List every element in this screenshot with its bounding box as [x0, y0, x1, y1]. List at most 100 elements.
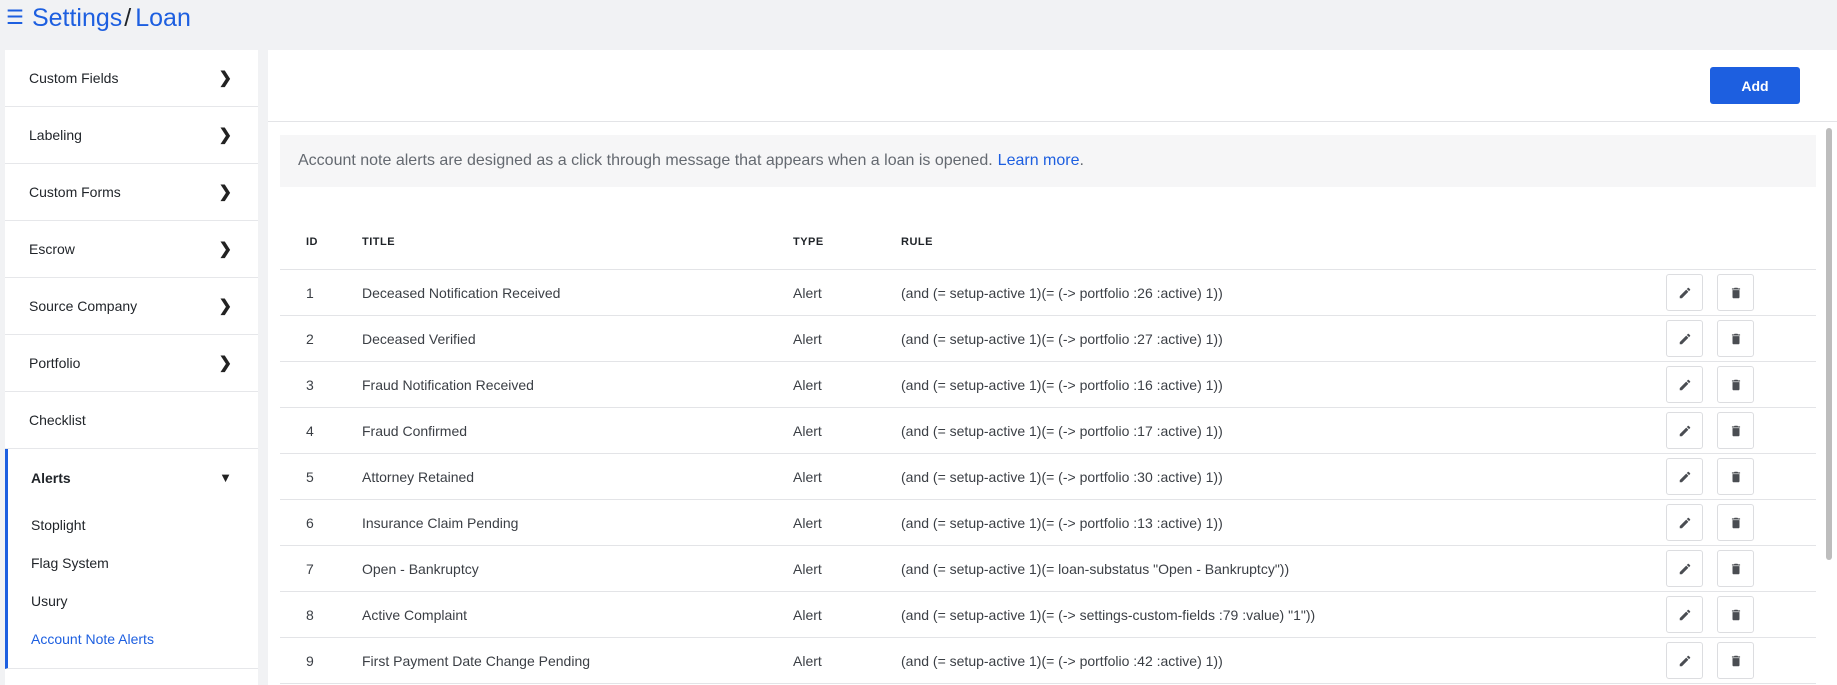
trash-icon — [1731, 471, 1740, 482]
pencil-icon — [1679, 379, 1690, 390]
trash-icon — [1731, 333, 1740, 344]
cell-type: Alert — [793, 560, 822, 577]
column-header-type: TYPE — [793, 235, 824, 248]
cell-title: Deceased Verified — [362, 330, 476, 347]
table-row: 8 Active Complaint Alert (and (= setup-a… — [280, 592, 1816, 638]
chevron-right-icon: ❯ — [218, 184, 232, 201]
row-actions — [1666, 412, 1754, 449]
cell-title: Insurance Claim Pending — [362, 514, 519, 531]
panel-header: Add — [268, 50, 1837, 122]
chevron-right-icon: ❯ — [218, 298, 232, 315]
trash-icon — [1731, 425, 1740, 436]
cell-type: Alert — [793, 652, 822, 669]
trash-icon — [1731, 563, 1740, 574]
delete-button[interactable] — [1717, 504, 1754, 541]
table-row: 3 Fraud Notification Received Alert (and… — [280, 362, 1816, 408]
edit-button[interactable] — [1666, 366, 1703, 403]
delete-button[interactable] — [1717, 274, 1754, 311]
edit-button[interactable] — [1666, 550, 1703, 587]
pencil-icon — [1679, 563, 1690, 574]
chevron-right-icon: ❯ — [218, 127, 232, 144]
edit-button[interactable] — [1666, 320, 1703, 357]
table-row: 6 Insurance Claim Pending Alert (and (= … — [280, 500, 1816, 546]
sidebar-item-custom-fields[interactable]: Custom Fields ❯ — [5, 50, 258, 107]
cell-title: Fraud Confirmed — [362, 422, 468, 439]
table-row: 5 Attorney Retained Alert (and (= setup-… — [280, 454, 1816, 500]
cell-title: Open - Bankruptcy — [362, 560, 479, 577]
sidebar-item-portfolio[interactable]: Portfolio ❯ — [5, 335, 258, 392]
breadcrumb: ☰ Settings / Loan — [0, 0, 191, 36]
trash-icon — [1731, 655, 1740, 666]
table-row: 4 Fraud Confirmed Alert (and (= setup-ac… — [280, 408, 1816, 454]
sidebar-subitem-usury[interactable]: Usury — [8, 582, 258, 620]
breadcrumb-loan[interactable]: Loan — [135, 4, 191, 33]
cell-type: Alert — [793, 468, 822, 485]
cell-title: Active Complaint — [362, 606, 468, 623]
breadcrumb-settings[interactable]: Settings — [32, 4, 122, 33]
table-row: 2 Deceased Verified Alert (and (= setup-… — [280, 316, 1816, 362]
cell-type: Alert — [793, 606, 822, 623]
delete-button[interactable] — [1717, 550, 1754, 587]
edit-button[interactable] — [1666, 642, 1703, 679]
cell-id: 4 — [306, 422, 314, 439]
row-actions — [1666, 596, 1754, 633]
cell-id: 5 — [306, 468, 314, 485]
table-row: 9 First Payment Date Change Pending Aler… — [280, 638, 1816, 684]
cell-id: 6 — [306, 514, 314, 531]
sidebar-subitem-flag-system[interactable]: Flag System — [8, 544, 258, 582]
sidebar-item-label: Escrow — [29, 241, 75, 257]
edit-button[interactable] — [1666, 596, 1703, 633]
learn-more-link[interactable]: Learn more — [998, 152, 1080, 170]
edit-button[interactable] — [1666, 458, 1703, 495]
cell-id: 3 — [306, 376, 314, 393]
delete-button[interactable] — [1717, 320, 1754, 357]
pencil-icon — [1679, 517, 1690, 528]
sidebar: Custom Fields ❯ Labeling ❯ Custom Forms … — [5, 50, 258, 685]
delete-button[interactable] — [1717, 596, 1754, 633]
edit-button[interactable] — [1666, 274, 1703, 311]
cell-id: 1 — [306, 284, 314, 301]
sidebar-item-custom-forms[interactable]: Custom Forms ❯ — [5, 164, 258, 221]
pencil-icon — [1679, 287, 1690, 298]
sidebar-subitem-stoplight[interactable]: Stoplight — [8, 506, 258, 544]
cell-type: Alert — [793, 376, 822, 393]
cell-type: Alert — [793, 330, 822, 347]
vertical-scrollbar[interactable] — [1826, 128, 1832, 560]
cell-title: Deceased Notification Received — [362, 284, 561, 301]
pencil-icon — [1679, 333, 1690, 344]
main-panel: Add Account note alerts are designed as … — [268, 50, 1837, 685]
sidebar-item-label: Custom Forms — [29, 184, 121, 200]
cell-rule: (and (= setup-active 1)(= (-> portfolio … — [901, 652, 1223, 669]
sidebar-item-label: Source Company — [29, 298, 138, 314]
row-actions — [1666, 642, 1754, 679]
cell-rule: (and (= setup-active 1)(= (-> portfolio … — [901, 284, 1223, 301]
sidebar-item-source-company[interactable]: Source Company ❯ — [5, 278, 258, 335]
edit-button[interactable] — [1666, 412, 1703, 449]
add-button[interactable]: Add — [1710, 67, 1800, 104]
sidebar-item-labeling[interactable]: Labeling ❯ — [5, 107, 258, 164]
alerts-table: ID TITLE TYPE RULE 1 Deceased Notificati… — [280, 214, 1816, 684]
pencil-icon — [1679, 609, 1690, 620]
chevron-right-icon: ❯ — [218, 355, 232, 372]
notice-text: Account note alerts are designed as a cl… — [298, 152, 993, 169]
trash-icon — [1731, 379, 1740, 390]
column-header-id: ID — [306, 235, 318, 248]
delete-button[interactable] — [1717, 642, 1754, 679]
notice-period: . — [1079, 152, 1084, 169]
sidebar-item-checklist[interactable]: Checklist — [5, 392, 258, 449]
breadcrumb-separator: / — [124, 3, 132, 32]
sidebar-item-label: Labeling — [29, 127, 82, 143]
sidebar-subitem-account-note-alerts[interactable]: Account Note Alerts — [8, 620, 258, 658]
delete-button[interactable] — [1717, 366, 1754, 403]
row-actions — [1666, 366, 1754, 403]
delete-button[interactable] — [1717, 458, 1754, 495]
hamburger-icon[interactable]: ☰ — [6, 8, 24, 28]
table-header: ID TITLE TYPE RULE — [280, 214, 1816, 270]
column-header-title: TITLE — [362, 235, 396, 248]
sidebar-item-alerts[interactable]: Alerts ▼ — [8, 449, 258, 506]
cell-id: 7 — [306, 560, 314, 577]
edit-button[interactable] — [1666, 504, 1703, 541]
sidebar-item-escrow[interactable]: Escrow ❯ — [5, 221, 258, 278]
cell-rule: (and (= setup-active 1)(= (-> portfolio … — [901, 468, 1223, 485]
delete-button[interactable] — [1717, 412, 1754, 449]
